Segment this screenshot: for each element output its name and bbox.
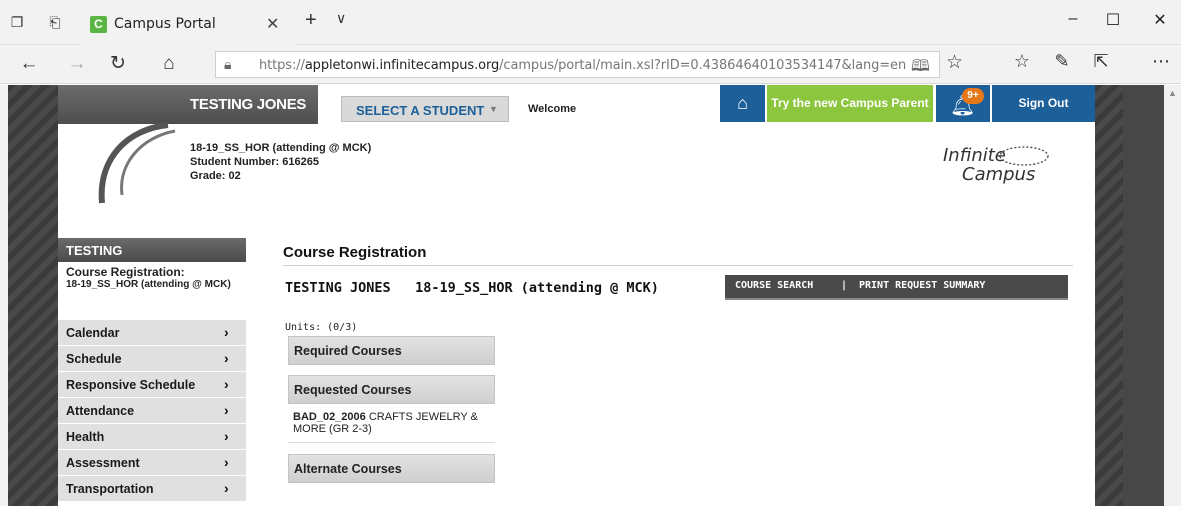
student-number: Student Number: 616265: [190, 156, 319, 168]
sidebar-current-page[interactable]: Course Registration: 18-19_SS_HOR (atten…: [58, 262, 246, 319]
set-tabs-aside-icon[interactable]: ⎗: [46, 13, 64, 31]
tab-preview-icon[interactable]: ❐: [8, 13, 26, 31]
header-student-name: TESTING JONES: [190, 96, 307, 113]
student-info: 18-19_SS_HOR (attending @ MCK) Student N…: [190, 141, 371, 183]
minimize-icon[interactable]: –: [1058, 10, 1088, 28]
registration-bar: TESTING JONES 18-19_SS_HOR (attending @ …: [283, 275, 1068, 302]
chevron-down-icon[interactable]: ∨: [336, 10, 346, 27]
scrollbar[interactable]: [1164, 85, 1181, 506]
close-window-icon[interactable]: ✕: [1145, 10, 1175, 30]
chevron-right-icon: ›: [224, 454, 229, 470]
sidebar-item-transportation[interactable]: Transportation ›: [58, 475, 246, 501]
reading-view-icon[interactable]: 🕮︎: [911, 55, 930, 82]
page-left-edge: [0, 85, 8, 506]
share-icon[interactable]: ⇱: [1088, 51, 1114, 72]
campus-favicon-icon: C: [90, 16, 107, 33]
home-icon: ⌂: [737, 93, 748, 113]
sidebar: TESTING Course Registration: 18-19_SS_HO…: [58, 238, 246, 501]
more-options-icon[interactable]: ⋯: [1148, 51, 1174, 72]
browser-titlebar: ❐ ⎗ C Campus Portal ✕ + ∨ – ☐ ✕: [0, 0, 1181, 45]
sidebar-item-label: Schedule: [66, 352, 122, 366]
page-title: Course Registration: [283, 244, 427, 261]
course-search-link[interactable]: COURSE SEARCH: [735, 280, 813, 291]
course-code: BAD_02_2006: [293, 411, 366, 423]
print-request-summary-link[interactable]: PRINT REQUEST SUMMARY: [859, 280, 985, 291]
sidebar-current-title: Course Registration:: [66, 265, 185, 279]
notification-badge: 9+: [962, 88, 984, 104]
maximize-icon[interactable]: ☐: [1098, 10, 1128, 30]
favorites-hub-icon[interactable]: ☆: [1009, 51, 1035, 72]
chevron-right-icon: ›: [224, 324, 229, 340]
url-text[interactable]: https://appletonwi.infinitecampus.org/ca…: [259, 58, 906, 73]
new-tab-icon[interactable]: +: [305, 9, 317, 32]
reg-enrollment: 18-19_SS_HOR (attending @ MCK): [415, 280, 659, 296]
link-separator: |: [841, 280, 848, 291]
web-note-pen-icon[interactable]: ✎: [1049, 51, 1075, 72]
lock-icon: 🔒︎: [224, 56, 232, 72]
title-divider: [283, 265, 1073, 266]
sidebar-item-label: Calendar: [66, 326, 120, 340]
sidebar-item-label: Attendance: [66, 404, 135, 418]
chevron-right-icon: ›: [224, 402, 229, 418]
required-courses-section[interactable]: Required Courses: [288, 336, 495, 365]
left-stripes: [8, 85, 58, 506]
course-divider: [288, 442, 495, 443]
sidebar-item-responsive-schedule[interactable]: Responsive Schedule ›: [58, 371, 246, 397]
close-tab-icon[interactable]: ✕: [266, 14, 279, 34]
portal-content: TESTING JONES SELECT A STUDENT ▼ Welcome…: [58, 85, 1095, 506]
sidebar-item-calendar[interactable]: Calendar ›: [58, 319, 246, 345]
sidebar-item-label: Health: [66, 430, 105, 444]
chevron-right-icon: ›: [224, 428, 229, 444]
sidebar-header: TESTING: [58, 238, 246, 262]
reg-student-name: TESTING JONES: [285, 280, 391, 296]
campus-arc-logo: [98, 123, 176, 204]
tab-title: Campus Portal: [114, 16, 216, 32]
try-campus-parent-button[interactable]: Try the new Campus Parent: [767, 85, 933, 122]
refresh-icon[interactable]: ↻: [103, 51, 133, 77]
alternate-courses-section[interactable]: Alternate Courses: [288, 454, 495, 483]
welcome-text: Welcome: [528, 103, 577, 115]
logo-swoosh-icon: [999, 146, 1049, 166]
chevron-right-icon: ›: [224, 350, 229, 366]
browser-navbar: ← → ↻ ⌂ 🔒︎ https://appletonwi.infiniteca…: [0, 45, 1181, 84]
registration-actions: COURSE SEARCH | PRINT REQUEST SUMMARY: [725, 275, 1068, 300]
student-grade: Grade: 02: [190, 170, 241, 182]
sidebar-item-label: Responsive Schedule: [66, 378, 196, 392]
sidebar-item-attendance[interactable]: Attendance ›: [58, 397, 246, 423]
student-enrollment: 18-19_SS_HOR (attending @ MCK): [190, 142, 372, 154]
home-icon[interactable]: ⌂: [154, 51, 184, 77]
select-student-label: SELECT A STUDENT: [356, 103, 485, 118]
sidebar-current-sub: 18-19_SS_HOR (attending @ MCK): [66, 279, 231, 290]
registration-student: TESTING JONES 18-19_SS_HOR (attending @ …: [285, 280, 659, 296]
browser-tab[interactable]: C Campus Portal ✕: [80, 6, 295, 45]
forward-arrow-icon[interactable]: →: [62, 51, 92, 77]
requested-courses-section[interactable]: Requested Courses: [288, 375, 495, 404]
select-student-dropdown[interactable]: SELECT A STUDENT ▼: [341, 96, 509, 122]
sidebar-item-health[interactable]: Health ›: [58, 423, 246, 449]
sidebar-item-schedule[interactable]: Schedule ›: [58, 345, 246, 371]
right-stripes: [1095, 85, 1123, 506]
scroll-up-icon[interactable]: ▲: [1168, 88, 1177, 98]
address-bar[interactable]: 🔒︎ https://appletonwi.infinitecampus.org…: [215, 51, 940, 78]
chevron-right-icon: ›: [224, 480, 229, 496]
favorite-star-icon[interactable]: ☆: [946, 51, 963, 74]
requested-course-item[interactable]: BAD_02_2006 CRAFTS JEWELRY & MORE (GR 2-…: [293, 411, 498, 435]
dropdown-arrow-icon: ▼: [489, 104, 498, 114]
notifications-button[interactable]: 🔔︎ 9+: [936, 85, 990, 122]
infinite-campus-logo: Infinite Campus: [938, 143, 1058, 187]
units-count: Units: (0/3): [285, 322, 358, 333]
sidebar-item-label: Assessment: [66, 456, 140, 470]
portal-header: TESTING JONES SELECT A STUDENT ▼ Welcome…: [58, 85, 1095, 124]
back-arrow-icon[interactable]: ←: [14, 51, 44, 77]
sign-out-button[interactable]: Sign Out: [992, 85, 1095, 122]
sidebar-item-assessment[interactable]: Assessment ›: [58, 449, 246, 475]
chevron-right-icon: ›: [224, 376, 229, 392]
portal-home-button[interactable]: ⌂: [720, 85, 765, 122]
sidebar-item-label: Transportation: [66, 482, 154, 496]
